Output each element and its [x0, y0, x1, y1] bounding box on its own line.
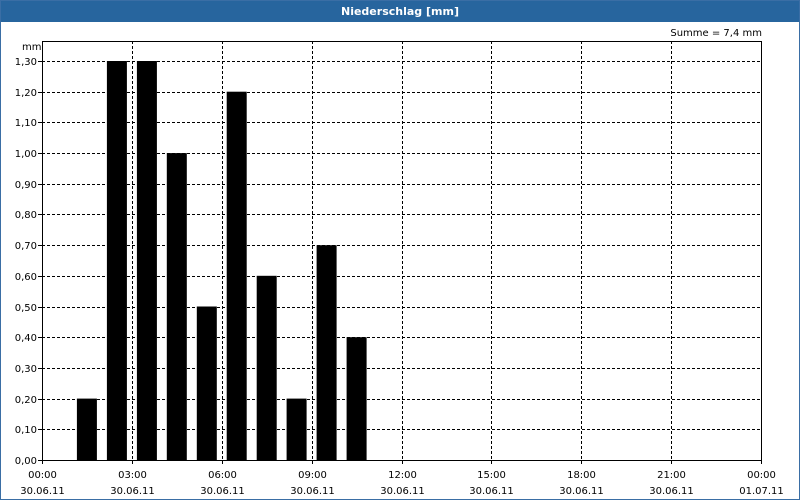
x-tick-date: 30.06.11 — [559, 486, 604, 497]
y-tick-label: 0,50 — [15, 303, 37, 314]
y-tick-label: 0,10 — [15, 425, 37, 436]
bars — [76, 61, 367, 460]
y-tick-label: 1,30 — [15, 57, 37, 68]
x-tick-time: 00:00 — [747, 470, 776, 481]
y-tick-label: 0,00 — [15, 456, 37, 467]
y-tick-label: 0,40 — [15, 333, 37, 344]
x-tick-labels: 00:00 30.06.11 03:00 30.06.11 06:00 30.06.11 0… — [20, 470, 784, 497]
y-tick-label: 0,70 — [15, 241, 37, 252]
x-tick-date: 30.06.11 — [290, 486, 335, 497]
x-tick-time: 21:00 — [657, 470, 686, 481]
y-unit-label: mm — [22, 42, 41, 53]
bar — [286, 398, 307, 460]
bar — [166, 153, 187, 460]
y-tick-labels: 0,00 0,10 0,20 0,30 0,40 0,50 0,60 0,70 0,80 0,90… — [15, 57, 37, 467]
x-tick-date: 30.06.11 — [380, 486, 425, 497]
y-tick-label: 0,90 — [15, 180, 37, 191]
bar — [226, 91, 247, 460]
y-tick-label: 0,60 — [15, 272, 37, 283]
bar — [106, 61, 127, 460]
bar — [196, 306, 217, 460]
y-tick-label: 1,10 — [15, 118, 37, 129]
bar — [76, 398, 97, 460]
y-tick-label: 0,80 — [15, 210, 37, 221]
x-tick-date: 30.06.11 — [110, 486, 155, 497]
x-tick-time: 03:00 — [118, 470, 147, 481]
bar — [256, 275, 277, 460]
y-tick-label: 0,30 — [15, 364, 37, 375]
x-tick-date: 30.06.11 — [469, 486, 514, 497]
x-tick-time: 12:00 — [388, 470, 417, 481]
x-tick-time: 00:00 — [28, 470, 57, 481]
bar — [136, 61, 157, 460]
x-tick-time: 18:00 — [567, 470, 596, 481]
sum-annotation: Summe = 7,4 mm — [670, 28, 762, 39]
bar — [346, 337, 367, 460]
precipitation-chart: mm Summe = 7,4 mm 0,000,100,200,300,400,… — [15, 28, 784, 497]
y-tick-label: 1,20 — [15, 88, 37, 99]
x-tick-date: 30.06.11 — [20, 486, 65, 497]
x-tick-date: 01.07.11 — [739, 486, 784, 497]
bar — [316, 245, 337, 460]
y-tick-label: 1,00 — [15, 149, 37, 160]
x-tick-date: 30.06.11 — [200, 486, 245, 497]
x-tick-time: 15:00 — [477, 470, 506, 481]
x-tick-time: 06:00 — [208, 470, 237, 481]
x-tick-time: 09:00 — [298, 470, 327, 481]
x-tick-date: 30.06.11 — [649, 486, 694, 497]
y-tick-label: 0,20 — [15, 395, 37, 406]
